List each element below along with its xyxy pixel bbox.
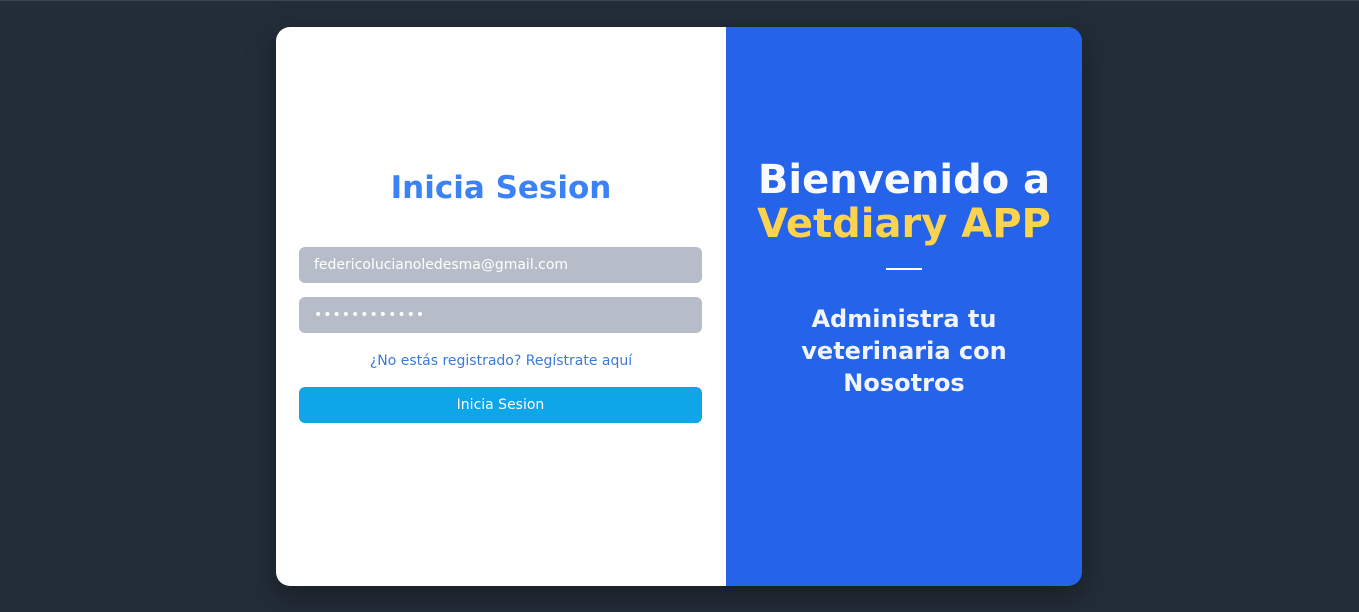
welcome-panel: Bienvenido a Vetdiary APP Administra tu … (726, 27, 1082, 586)
app-name: Vetdiary APP (757, 201, 1051, 247)
welcome-heading: Bienvenido a Vetdiary APP (726, 158, 1082, 246)
password-field[interactable] (299, 297, 702, 333)
window-top-border (0, 0, 1359, 1)
login-button[interactable]: Inicia Sesion (299, 387, 702, 423)
login-panel: Inicia Sesion ¿No estás registrado? Regí… (276, 27, 726, 586)
login-card: Inicia Sesion ¿No estás registrado? Regí… (276, 27, 1082, 586)
welcome-line: Bienvenido a (757, 157, 1051, 203)
login-title: Inicia Sesion (390, 170, 612, 206)
email-field[interactable] (299, 247, 702, 283)
divider (886, 268, 922, 270)
tagline: Administra tu veterinaria con Nosotros (801, 305, 1007, 397)
register-link[interactable]: ¿No estás registrado? Regístrate aquí (276, 351, 726, 371)
